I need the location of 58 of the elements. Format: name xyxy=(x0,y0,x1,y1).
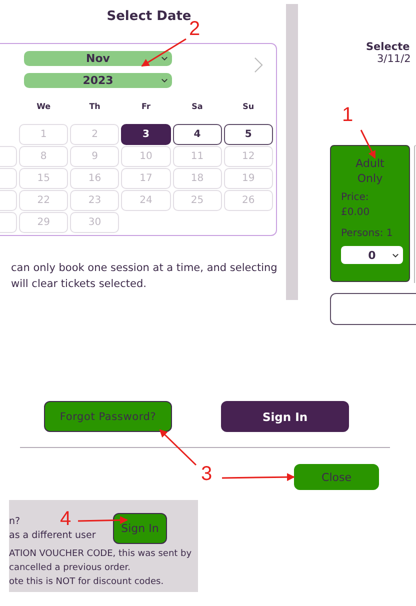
notice-text: will clear tickets selected. xyxy=(11,277,148,292)
weekday-label: Sa xyxy=(190,102,204,113)
notice-text: can only book one session at a time, and selecting xyxy=(11,261,278,276)
notice-text: as a different user xyxy=(9,529,96,543)
price-label: Price: xyxy=(341,191,370,205)
day-cell: 23 xyxy=(70,190,120,211)
day-cell: 19 xyxy=(224,168,273,189)
day-cell[interactable]: 5 xyxy=(224,124,273,145)
month-select[interactable]: Nov xyxy=(24,51,172,66)
weekday-label: Su xyxy=(242,102,256,113)
sign-in-button[interactable]: Sign In xyxy=(221,401,349,432)
notice-text: ATION VOUCHER CODE, this was sent by xyxy=(9,548,193,561)
annotation-number: 1 xyxy=(342,104,354,126)
annotation-number: 2 xyxy=(189,18,200,40)
notice-text: ote this is NOT for discount codes. xyxy=(9,576,165,589)
price-value: £0.00 xyxy=(341,206,371,220)
day-cell: 22 xyxy=(19,190,68,211)
outlined-button[interactable] xyxy=(330,293,416,325)
day-cell[interactable]: 3 xyxy=(121,124,171,145)
notice-text: n? xyxy=(9,515,20,529)
chevron-down-icon xyxy=(161,56,168,61)
day-cell: 12 xyxy=(224,146,273,167)
year-select[interactable]: 2023 xyxy=(24,73,172,88)
persons-label: Persons: 1 xyxy=(341,227,394,241)
day-cell: 8 xyxy=(19,146,68,167)
annotation-arrow xyxy=(159,429,197,466)
day-cell: 2 xyxy=(70,124,120,145)
day-cell: 30 xyxy=(70,212,120,233)
weekday-label: We xyxy=(36,102,52,113)
day-cell: 9 xyxy=(70,146,120,167)
chevron-down-icon xyxy=(392,253,399,258)
annotation-arrow xyxy=(360,130,376,159)
next-month-icon[interactable] xyxy=(254,56,263,72)
weekday-label: Th xyxy=(88,102,102,113)
day-cell: 11 xyxy=(172,146,222,167)
selected-date: 3/11/2 xyxy=(377,53,412,65)
annotation-arrow xyxy=(78,516,128,524)
annotation-number: 4 xyxy=(60,508,72,530)
day-cell: 16 xyxy=(70,168,120,189)
chevron-down-icon xyxy=(161,78,168,83)
weekday-label: Fr xyxy=(140,102,152,113)
day-cell: 25 xyxy=(172,190,222,211)
day-cell: 26 xyxy=(224,190,273,211)
quantity-select[interactable]: 0 xyxy=(341,246,403,264)
day-cell: 24 xyxy=(121,190,171,211)
ticket-name: Adult Only xyxy=(354,156,386,187)
day-cell: 18 xyxy=(172,168,222,189)
day-cell: 10 xyxy=(121,146,171,167)
day-cell[interactable]: 4 xyxy=(172,124,222,145)
day-cell: 29 xyxy=(19,212,68,233)
notice-text: cancelled a previous order. xyxy=(9,562,132,575)
day-cell: 17 xyxy=(121,168,171,189)
selected-heading: Selecte xyxy=(366,41,411,53)
day-cell: 15 xyxy=(19,168,68,189)
annotation-arrow xyxy=(141,38,186,67)
day-cell: 1 xyxy=(19,124,68,145)
calendar-title: Select Date xyxy=(106,9,192,24)
annotation-number: 3 xyxy=(201,463,212,485)
